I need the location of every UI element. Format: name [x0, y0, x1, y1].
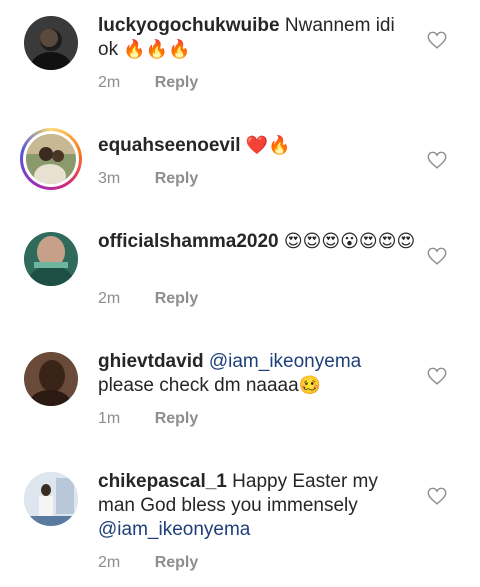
- username[interactable]: luckyogochukwuibe: [98, 15, 280, 36]
- comment-meta: 2m Reply: [98, 290, 198, 308]
- comment-meta: 2m Reply: [98, 554, 198, 572]
- username[interactable]: chikepascal_1: [98, 471, 227, 492]
- heart-icon[interactable]: [426, 149, 448, 171]
- comment-text: ghievtdavid @iam_ikeonyema please check …: [98, 350, 418, 398]
- reply-button[interactable]: Reply: [155, 290, 199, 307]
- heart-icon[interactable]: [426, 29, 448, 51]
- timestamp: 1m: [98, 410, 121, 427]
- reply-button[interactable]: Reply: [155, 554, 199, 571]
- heart-icon[interactable]: [426, 365, 448, 387]
- fire-emoji: 🔥🔥🔥: [123, 39, 191, 60]
- avatar[interactable]: [24, 16, 78, 70]
- comment-meta: 2m Reply: [98, 74, 198, 92]
- avatar[interactable]: [24, 352, 78, 406]
- comment-text: luckyogochukwuibe Nwannem idi ok 🔥🔥🔥: [98, 14, 418, 62]
- mention-link[interactable]: @iam_ikeonyema: [209, 351, 361, 372]
- heart-icon[interactable]: [426, 485, 448, 507]
- heart-icon[interactable]: [426, 245, 448, 267]
- comment-text: equahseenoevil ❤️🔥: [98, 134, 418, 158]
- timestamp: 3m: [98, 170, 121, 187]
- timestamp: 2m: [98, 554, 121, 571]
- timestamp: 2m: [98, 290, 121, 307]
- comment-meta: 3m Reply: [98, 170, 198, 188]
- heart-eyes-emoji: 😍😍😍😮😍😍😍: [283, 231, 416, 252]
- comment-text: officialshamma2020 😍😍😍😮😍😍😍: [98, 230, 418, 254]
- reply-button[interactable]: Reply: [155, 74, 199, 91]
- reply-button[interactable]: Reply: [155, 410, 199, 427]
- avatar: [26, 134, 76, 184]
- username[interactable]: officialshamma2020: [98, 231, 279, 252]
- username[interactable]: ghievtdavid: [98, 351, 204, 372]
- reply-button[interactable]: Reply: [155, 170, 199, 187]
- woozy-face-emoji: 🥴: [298, 375, 322, 396]
- timestamp: 2m: [98, 74, 121, 91]
- avatar-story-ring[interactable]: [20, 128, 82, 190]
- username[interactable]: equahseenoevil: [98, 135, 241, 156]
- comment-text: chikepascal_1 Happy Easter my man God bl…: [98, 470, 418, 542]
- comment-body: please check dm naaaa: [98, 375, 299, 396]
- avatar[interactable]: [24, 472, 78, 526]
- avatar[interactable]: [24, 232, 78, 286]
- comment-meta: 1m Reply: [98, 410, 198, 428]
- heart-fire-emoji: ❤️🔥: [245, 135, 291, 156]
- mention-link[interactable]: @iam_ikeonyema: [98, 519, 250, 540]
